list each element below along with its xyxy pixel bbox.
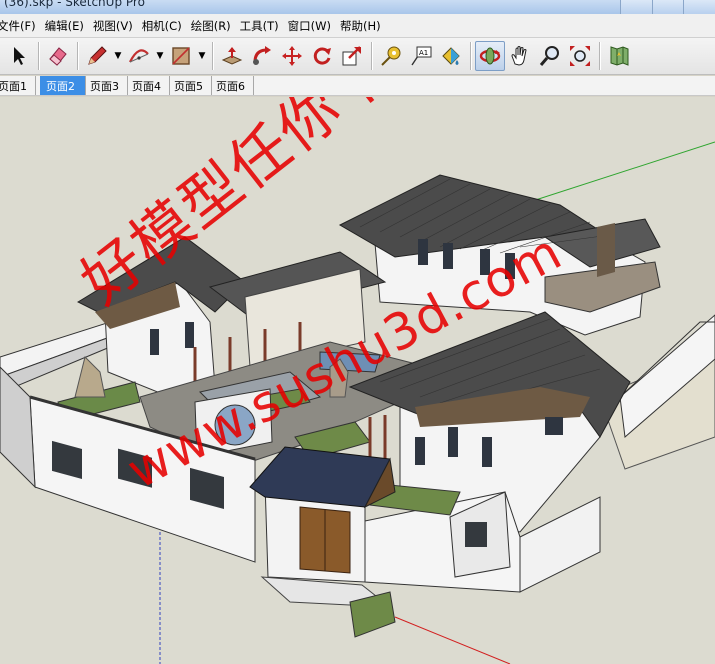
zoom-extents-icon (570, 46, 590, 66)
pan-hand-icon (511, 46, 527, 66)
toolbar-separator (470, 42, 471, 70)
menu-tools[interactable]: 工具(T) (240, 18, 288, 34)
eraser-icon (49, 47, 67, 66)
text-label-icon: A1 (411, 46, 432, 66)
move-tool-button[interactable] (277, 41, 307, 71)
scale-icon (342, 46, 361, 66)
arc-icon (129, 49, 149, 63)
window-controls (620, 0, 715, 14)
minimize-button[interactable] (620, 0, 652, 14)
move-icon (282, 46, 302, 66)
follow-me-tool-button[interactable] (247, 41, 277, 71)
toolbar-separator (371, 42, 372, 70)
rock-sculpture (74, 356, 106, 398)
toolbar-separator (212, 42, 213, 70)
geo-location-tool-button[interactable] (604, 41, 634, 71)
tape-measure-tool-button[interactable] (376, 41, 406, 71)
pencil-line-icon (88, 46, 107, 65)
menu-window[interactable]: 窗口(W) (288, 18, 340, 34)
maximize-button[interactable] (651, 0, 684, 14)
tab-scene-2[interactable]: 页面2 (40, 76, 86, 95)
menu-help[interactable]: 帮助(H) (340, 18, 390, 34)
tab-scene-6[interactable]: 页面6 (216, 76, 254, 95)
rectangle-tool-dropdown-icon[interactable]: ▼ (196, 41, 208, 71)
zoom-tool-button[interactable] (535, 41, 565, 71)
rectangle-icon (172, 47, 190, 65)
push-pull-tool-button[interactable] (217, 41, 247, 71)
toolbar-separator (77, 42, 78, 70)
map-icon (610, 46, 629, 66)
tape-measure-icon (381, 46, 401, 66)
tab-scene-1[interactable]: 页面1 (0, 76, 36, 95)
zoom-extents-tool-button[interactable] (565, 41, 595, 71)
main-toolbar: ▼ ▼ ▼ A1 (0, 38, 715, 75)
menu-draw[interactable]: 绘图(R) (191, 18, 240, 34)
line-tool-dropdown-icon[interactable]: ▼ (112, 41, 124, 71)
tab-scene-3[interactable]: 页面3 (90, 76, 128, 95)
window-title: (36).skp - SketchUp Pro (4, 0, 145, 9)
scale-tool-button[interactable] (337, 41, 367, 71)
select-tool-button[interactable] (4, 41, 34, 71)
menu-file[interactable]: 文件(F) (0, 18, 45, 34)
lattice-window (597, 223, 615, 277)
rectangle-tool-button[interactable] (166, 41, 196, 71)
text-tool-button[interactable]: A1 (406, 41, 436, 71)
zoom-icon (539, 46, 559, 66)
select-arrow-icon (14, 47, 25, 65)
green-axis (519, 141, 715, 206)
orbit-tool-button[interactable] (475, 41, 505, 71)
arc-tool-button[interactable] (124, 41, 154, 71)
scene-tabs: 页面1 页面2 页面3 页面4 页面5 页面6 (0, 76, 715, 96)
follow-me-icon (253, 46, 271, 65)
menu-bar: 文件(F) 编辑(E) 视图(V) 相机(C) 绘图(R) 工具(T) 窗口(W… (0, 14, 715, 38)
paint-bucket-tool-button[interactable] (436, 41, 466, 71)
arc-tool-dropdown-icon[interactable]: ▼ (154, 41, 166, 71)
menu-camera[interactable]: 相机(C) (142, 18, 191, 34)
title-bar: (36).skp - SketchUp Pro (0, 0, 715, 14)
menu-view[interactable]: 视图(V) (93, 18, 142, 34)
push-pull-icon (221, 47, 243, 65)
paint-bucket-icon (442, 47, 460, 65)
sketchup-window: (36).skp - SketchUp Pro 文件(F) 编辑(E) 视图(V… (0, 0, 715, 664)
tab-scene-4[interactable]: 页面4 (132, 76, 170, 95)
rotate-icon (313, 47, 331, 65)
text-label-icon-text: A1 (419, 49, 428, 57)
pan-tool-button[interactable] (505, 41, 535, 71)
close-button[interactable] (683, 0, 715, 14)
toolbar-separator (38, 42, 39, 70)
rotate-tool-button[interactable] (307, 41, 337, 71)
front-wall (0, 366, 36, 489)
lattice-window (465, 522, 487, 547)
model-viewport[interactable]: 好模型任你下 www.sushu3d.com (0, 97, 715, 664)
menu-edit[interactable]: 编辑(E) (45, 18, 93, 34)
red-axis (394, 616, 511, 664)
toolbar-separator (599, 42, 600, 70)
line-tool-button[interactable] (82, 41, 112, 71)
tab-scene-5[interactable]: 页面5 (174, 76, 212, 95)
orbit-icon (479, 47, 501, 65)
eraser-tool-button[interactable] (43, 41, 73, 71)
